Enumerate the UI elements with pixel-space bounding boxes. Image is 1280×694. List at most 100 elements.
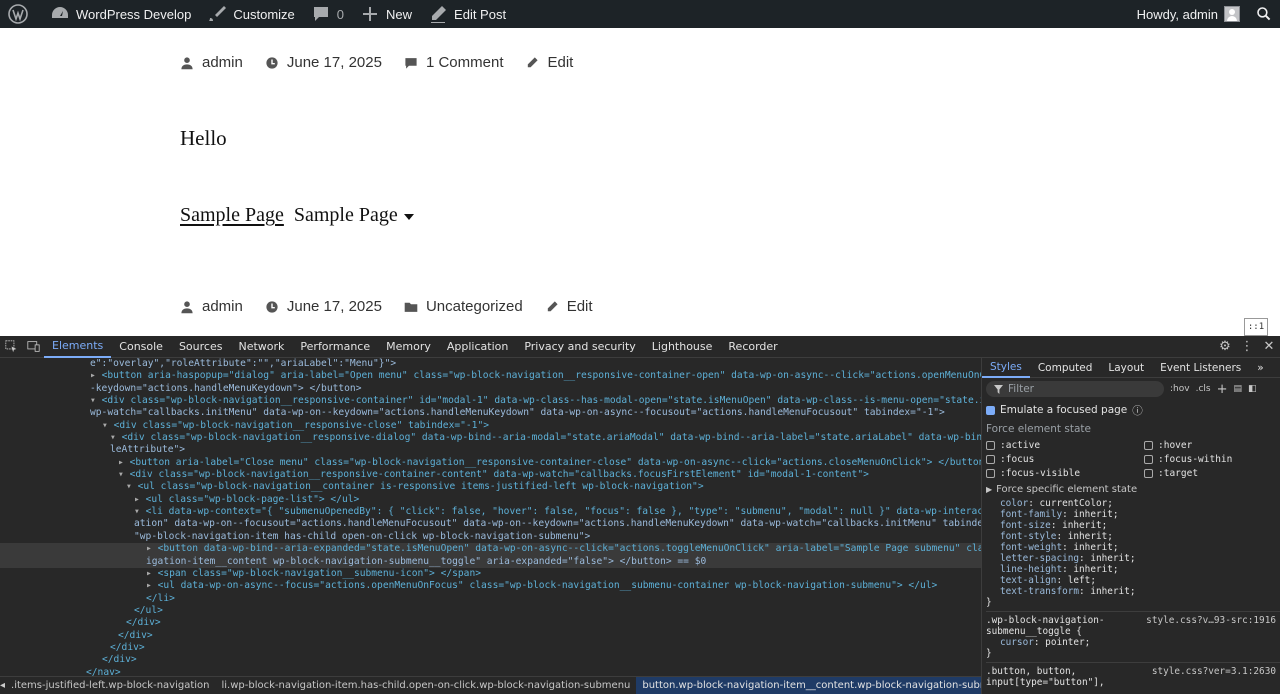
site-name-link[interactable]: WordPress Develop	[42, 0, 199, 28]
comments-link[interactable]: 1 Comment	[426, 54, 504, 71]
edit-link[interactable]: Edit	[567, 298, 593, 315]
tab-layout[interactable]: Layout	[1100, 358, 1152, 378]
css-declaration[interactable]: text-transform: inherit;	[986, 586, 1280, 597]
tab-application[interactable]: Application	[439, 336, 516, 358]
force-specific-state-toggle[interactable]: ▶ Force specific element state	[982, 480, 1280, 498]
css-declaration[interactable]: font-style: inherit;	[986, 531, 1280, 542]
help-icon[interactable]: ⓘ	[1132, 403, 1143, 418]
dom-node-line[interactable]: ▾ <div class="wp-block-navigation__respo…	[0, 420, 981, 432]
breadcrumb-item-selected[interactable]: button.wp-block-navigation-item__content…	[636, 677, 981, 694]
css-value[interactable]: inherit;	[1073, 542, 1118, 553]
emulate-focus-checkbox[interactable]	[986, 405, 995, 415]
triangle-right-icon[interactable]: ▸	[118, 457, 130, 468]
state-checkbox[interactable]	[1144, 468, 1153, 478]
dom-node-line[interactable]: </div>	[0, 630, 981, 642]
tab-memory[interactable]: Memory	[378, 336, 439, 358]
css-source-link[interactable]: style.css?ver=3.1:2630	[1152, 666, 1276, 677]
edit-link[interactable]: Edit	[547, 54, 573, 71]
tab-performance[interactable]: Performance	[292, 336, 378, 358]
css-declaration[interactable]: text-align: left;	[986, 575, 1280, 586]
css-value[interactable]: currentColor;	[1040, 498, 1113, 509]
cls-toggle[interactable]: .cls	[1196, 384, 1211, 394]
elements-dom-tree[interactable]: e":"overlay","roleAttribute":"","ariaLab…	[0, 358, 981, 676]
tab-lighthouse[interactable]: Lighthouse	[644, 336, 721, 358]
hov-toggle[interactable]: :hov	[1170, 384, 1190, 394]
nav-link-sample-page[interactable]: Sample Page	[180, 204, 284, 227]
css-value[interactable]: inherit;	[1062, 520, 1107, 531]
triangle-down-icon[interactable]: ▾	[110, 432, 122, 443]
dom-node-line[interactable]: ▸ <ul class="wp-block-page-list"> </ul>	[0, 494, 981, 506]
triangle-down-icon[interactable]: ▾	[126, 481, 138, 492]
tab-recorder[interactable]: Recorder	[720, 336, 785, 358]
tab-styles[interactable]: Styles	[982, 358, 1030, 378]
css-value[interactable]: inherit;	[1090, 586, 1135, 597]
triangle-down-icon[interactable]: ▾	[102, 420, 114, 431]
sidebar-toggle-icon[interactable]: ◧	[1248, 384, 1257, 394]
dom-node-line[interactable]: </ul>	[0, 605, 981, 617]
breadcrumb-item[interactable]: .items-justified-left.wp-block-navigatio…	[5, 680, 215, 691]
date-link[interactable]: June 17, 2025	[287, 298, 382, 315]
dom-node-line[interactable]: ▸ <button aria-label="Close menu" class=…	[0, 457, 981, 469]
tab-sources[interactable]: Sources	[171, 336, 231, 358]
triangle-down-icon[interactable]: ▾	[134, 506, 146, 517]
state-checkbox[interactable]	[986, 454, 995, 464]
dom-node-line[interactable]: ation" data-wp-on--focusout="actions.han…	[0, 518, 981, 530]
css-rules[interactable]: color: currentColor; font-family: inherit…	[982, 498, 1280, 688]
chevron-down-icon[interactable]	[403, 213, 414, 220]
dom-node-line[interactable]: </li>	[0, 593, 981, 605]
dom-node-line[interactable]: e":"overlay","roleAttribute":"","ariaLab…	[0, 358, 981, 370]
edit-post-link[interactable]: Edit Post	[420, 0, 514, 28]
more-options-icon[interactable]: ⋮	[1236, 339, 1258, 354]
category-link[interactable]: Uncategorized	[426, 298, 523, 315]
css-value[interactable]: inherit;	[1090, 553, 1135, 564]
css-declaration[interactable]: line-height: inherit;	[986, 564, 1280, 575]
more-tabs-icon[interactable]: »	[1249, 358, 1271, 378]
dom-node-line[interactable]: leAttribute">	[0, 444, 981, 456]
triangle-down-icon[interactable]: ▾	[90, 395, 102, 406]
css-declaration[interactable]: letter-spacing: inherit;	[986, 553, 1280, 564]
wordpress-logo-button[interactable]	[0, 0, 42, 28]
state-checkbox[interactable]	[986, 468, 995, 478]
comments-link[interactable]: 0	[303, 0, 352, 28]
css-declaration[interactable]: font-weight: inherit;	[986, 542, 1280, 553]
css-declaration[interactable]: font-family: inherit;	[986, 509, 1280, 520]
dom-node-line[interactable]: ▸ <button data-wp-bind--aria-expanded="s…	[0, 543, 981, 556]
new-rule-icon[interactable]: +	[1217, 382, 1228, 397]
dom-node-line[interactable]: igation-item__content wp-block-navigatio…	[0, 555, 981, 568]
inspect-element-button[interactable]	[0, 340, 22, 353]
dom-node-line[interactable]: ▸ <ul data-wp-on-async--focus="actions.o…	[0, 580, 981, 592]
triangle-right-icon[interactable]: ▸	[90, 370, 102, 381]
css-declaration[interactable]: color: currentColor;	[986, 498, 1280, 509]
triangle-down-icon[interactable]: ▾	[118, 469, 130, 480]
css-value[interactable]: inherit;	[1073, 564, 1118, 575]
css-declaration[interactable]: font-size: inherit;	[986, 520, 1280, 531]
settings-gear-icon[interactable]: ⚙	[1214, 339, 1236, 354]
tab-computed[interactable]: Computed	[1030, 358, 1101, 378]
tab-console[interactable]: Console	[111, 336, 171, 358]
state-checkbox[interactable]	[986, 440, 995, 450]
tab-elements[interactable]: Elements	[44, 336, 112, 358]
dom-node-line[interactable]: </div>	[0, 654, 981, 666]
css-value[interactable]: inherit;	[1073, 509, 1118, 520]
dom-node-line[interactable]: </div>	[0, 642, 981, 654]
filter-input[interactable]: Filter	[986, 381, 1164, 397]
dom-node-line[interactable]: </nav>	[0, 667, 981, 676]
dom-node-line[interactable]: -keydown="actions.handleMenuKeydown"> </…	[0, 383, 981, 395]
customize-link[interactable]: Customize	[199, 0, 302, 28]
tab-event-listeners[interactable]: Event Listeners	[1152, 358, 1249, 378]
paint-icon[interactable]: ▤	[1233, 384, 1242, 394]
dom-node-line[interactable]: ▾ <div class="wp-block-navigation__respo…	[0, 395, 981, 407]
dom-node-line[interactable]: wp-watch="callbacks.initMenu" data-wp-on…	[0, 407, 981, 419]
tab-network[interactable]: Network	[230, 336, 292, 358]
css-value[interactable]: inherit;	[1068, 531, 1113, 542]
css-source-link[interactable]: style.css?v…93-src:1916	[1146, 615, 1276, 626]
dom-node-line[interactable]: ▸ <span class="wp-block-navigation__subm…	[0, 568, 981, 580]
submenu-toggle-button[interactable]: Sample Page	[294, 204, 398, 227]
dom-node-line[interactable]: ▾ <li data-wp-context="{ "submenuOpenedB…	[0, 506, 981, 518]
css-value[interactable]: pointer;	[1045, 637, 1090, 648]
state-checkbox[interactable]	[1144, 454, 1153, 464]
close-icon[interactable]: ✕	[1258, 339, 1280, 354]
breadcrumb-item[interactable]: li.wp-block-navigation-item.has-child.op…	[216, 680, 637, 691]
state-checkbox[interactable]	[1144, 440, 1153, 450]
author-link[interactable]: admin	[202, 298, 243, 315]
